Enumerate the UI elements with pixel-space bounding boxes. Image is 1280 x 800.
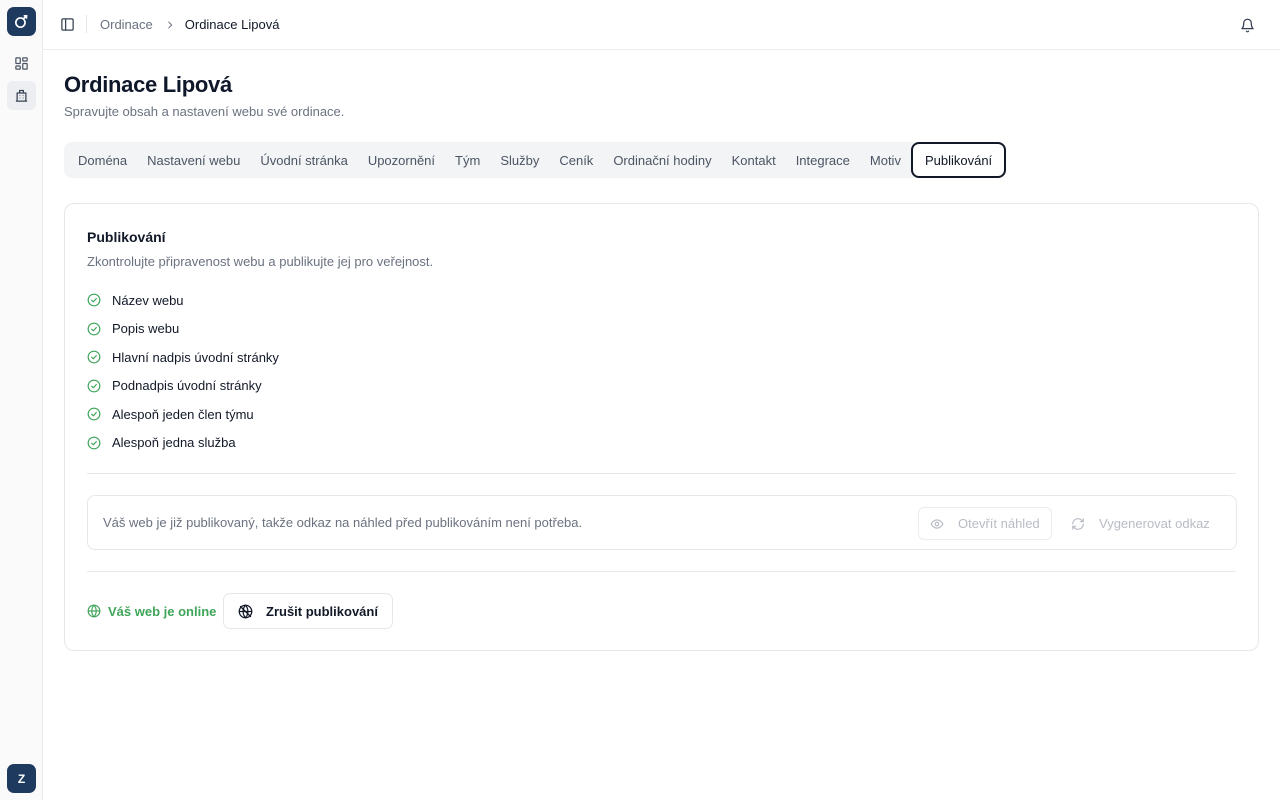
check-circle-icon [87,350,101,364]
breadcrumb: Ordinace Ordinace Lipová [100,0,279,49]
divider [87,571,1236,572]
checklist-item-label: Alespoň jeden člen týmu [112,406,254,422]
checklist-item-label: Hlavní nadpis úvodní stránky [112,349,279,365]
open-preview-button[interactable]: Otevřít náhled [918,507,1052,540]
tab-upozorneni[interactable]: Upozornění [358,146,445,174]
rail-item-clinics[interactable] [7,81,36,110]
tab-motiv[interactable]: Motiv [860,146,911,174]
checklist-item: Podnadpis úvodní stránky [87,372,279,401]
tab-ordinacni-hodiny[interactable]: Ordinační hodiny [603,146,721,174]
globe-icon [87,604,101,618]
open-preview-label: Otevřít náhled [958,516,1040,531]
settings-tabs: Doména Nastavení webu Úvodní stránka Upo… [64,142,1007,178]
notifications-button[interactable] [1236,14,1258,36]
checklist-item-label: Podnadpis úvodní stránky [112,378,262,394]
app-logo-icon [14,14,28,29]
publish-card-title: Publikování [87,229,166,245]
rail-item-dashboard[interactable] [7,49,36,78]
online-status-label: Váš web je online [108,603,217,619]
check-circle-icon [87,322,101,336]
checklist-item: Popis webu [87,315,279,344]
checklist-item: Alespoň jeden člen týmu [87,400,279,429]
page-subtitle: Spravujte obsah a nastavení webu své ord… [64,104,345,119]
checklist-item-label: Alespoň jedna služba [112,435,236,451]
globe-off-icon [238,603,253,619]
building-icon [15,89,28,102]
bell-icon [1240,18,1254,32]
page-title: Ordinace Lipová [64,72,232,97]
divider [87,473,1236,474]
checklist-item: Hlavní nadpis úvodní stránky [87,343,279,372]
preview-link-panel: Váš web je již publikovaný, takže odkaz … [87,495,1237,550]
preview-info-text: Váš web je již publikovaný, takže odkaz … [103,515,583,530]
generate-link-label: Vygenerovat odkaz [1099,516,1210,531]
generate-link-button[interactable]: Vygenerovat odkaz [1060,507,1221,540]
app-sidebar-rail: Z [0,0,43,800]
divider [86,15,87,33]
tab-domena[interactable]: Doména [68,146,137,174]
check-circle-icon [87,379,101,393]
eye-icon [930,517,944,531]
checklist-item: Alespoň jedna služba [87,429,279,458]
breadcrumb-current: Ordinace Lipová [184,17,280,32]
refresh-icon [1071,517,1085,531]
tab-cenik[interactable]: Ceník [549,146,603,174]
checklist-item: Název webu [87,286,279,315]
tab-publikovani[interactable]: Publikování [910,142,1007,178]
user-avatar[interactable]: Z [7,764,36,793]
tab-uvodni-stranka[interactable]: Úvodní stránka [250,146,357,174]
breadcrumb-parent-link[interactable]: Ordinace [100,17,153,32]
publish-card-description: Zkontrolujte připravenost webu a publiku… [87,254,434,269]
check-circle-icon [87,293,101,307]
tab-integrace[interactable]: Integrace [786,146,860,174]
unpublish-button[interactable]: Zrušit publikování [223,593,393,629]
publish-card: Publikování Zkontrolujte připravenost we… [64,203,1259,651]
tab-sluzby[interactable]: Služby [490,146,549,174]
online-status: Váš web je online [87,596,216,626]
sidebar-toggle-button[interactable] [55,11,79,37]
chevron-right-icon [165,20,175,30]
dashboard-grid-icon [15,57,28,70]
sidebar-toggle-icon [60,17,74,31]
tab-nastaveni-webu[interactable]: Nastavení webu [137,146,250,174]
app-logo[interactable] [7,7,36,36]
check-circle-icon [87,407,101,421]
tab-kontakt[interactable]: Kontakt [722,146,786,174]
readiness-checklist: Název webu Popis webu Hlavní nadpis úvod… [87,286,279,457]
check-circle-icon [87,436,101,450]
checklist-item-label: Název webu [112,292,184,308]
tab-tym[interactable]: Tým [445,146,490,174]
top-bar: Ordinace Ordinace Lipová [43,0,1280,50]
unpublish-label: Zrušit publikování [266,603,378,619]
checklist-item-label: Popis webu [112,321,180,337]
